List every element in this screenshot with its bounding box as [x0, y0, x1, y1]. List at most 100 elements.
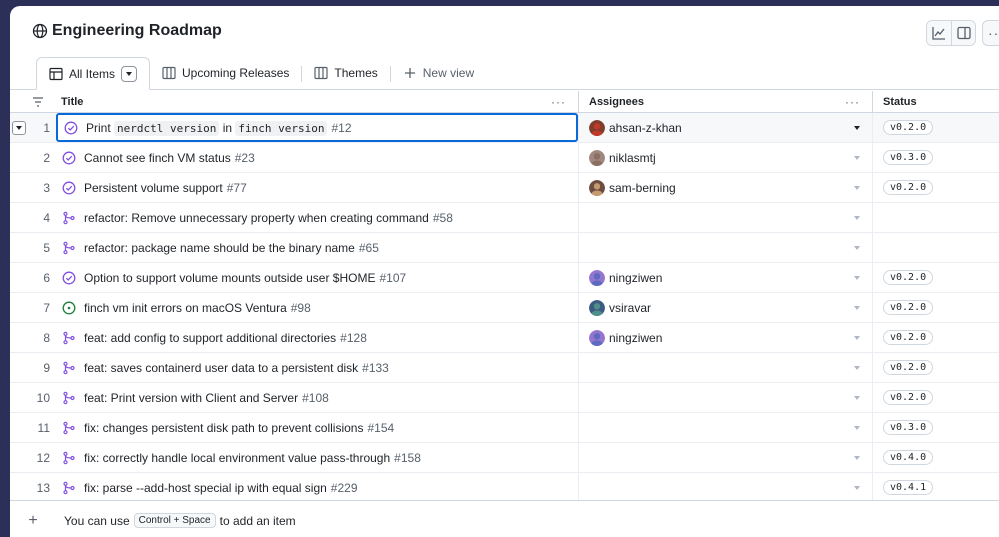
column-menu-button[interactable]: ···	[845, 95, 860, 109]
assignees-cell[interactable]	[578, 203, 872, 232]
new-view-button[interactable]: New view	[391, 57, 486, 89]
item-title[interactable]: fix: changes persistent disk path to pre…	[84, 421, 394, 435]
title-cell[interactable]: feat: add config to support additional d…	[56, 323, 578, 352]
chevron-down-icon[interactable]	[854, 365, 860, 370]
add-item-footer[interactable]: + You can use Control + Space to add an …	[10, 500, 999, 537]
status-cell[interactable]: v0.2.0	[872, 173, 999, 202]
tab-themes[interactable]: Themes	[302, 57, 389, 89]
assignees-cell[interactable]: vsiravar	[578, 293, 872, 322]
title-cell[interactable]: feat: Print version with Client and Serv…	[56, 383, 578, 412]
chevron-down-icon[interactable]	[854, 275, 860, 280]
status-cell[interactable]: v0.3.0	[872, 143, 999, 172]
chevron-down-icon[interactable]	[854, 155, 860, 160]
assignee[interactable]: sam-berning	[589, 179, 676, 196]
table-row[interactable]: 8 feat: add config to support additional …	[10, 323, 999, 353]
chevron-down-icon[interactable]	[854, 305, 860, 310]
item-title[interactable]: Persistent volume support #77	[84, 181, 247, 195]
chevron-down-icon[interactable]	[854, 215, 860, 220]
title-cell[interactable]: feat: saves containerd user data to a pe…	[56, 353, 578, 382]
status-badge[interactable]: v0.2.0	[883, 360, 934, 375]
add-item-button[interactable]: +	[10, 512, 56, 530]
assignees-cell[interactable]	[578, 413, 872, 442]
tab-all-items[interactable]: All Items	[36, 57, 151, 90]
column-header-status[interactable]: Status	[872, 91, 999, 112]
item-title[interactable]: fix: correctly handle local environment …	[84, 451, 421, 465]
assignees-cell[interactable]: ahsan-z-khan	[578, 113, 872, 142]
chevron-down-icon[interactable]	[854, 335, 860, 340]
title-cell[interactable]: fix: correctly handle local environment …	[56, 443, 578, 472]
table-row[interactable]: 13 fix: parse --add-host special ip with …	[10, 473, 999, 503]
title-cell[interactable]: fix: parse --add-host special ip with eq…	[56, 473, 578, 502]
status-cell[interactable]: v0.3.0	[872, 413, 999, 442]
table-row[interactable]: 9 feat: saves containerd user data to a p…	[10, 353, 999, 383]
chevron-down-icon[interactable]	[854, 125, 860, 130]
assignees-cell[interactable]: niklasmtj	[578, 143, 872, 172]
assignee[interactable]: ahsan-z-khan	[589, 119, 682, 136]
item-title[interactable]: feat: Print version with Client and Serv…	[84, 391, 329, 405]
status-badge[interactable]: v0.3.0	[883, 150, 934, 165]
table-row[interactable]: 10 feat: Print version with Client and Se…	[10, 383, 999, 413]
chevron-down-icon[interactable]	[854, 455, 860, 460]
title-cell[interactable]: refactor: package name should be the bin…	[56, 233, 578, 262]
status-cell[interactable]: v0.4.1	[872, 473, 999, 502]
view-options-button[interactable]	[121, 65, 138, 82]
chevron-down-icon[interactable]	[854, 185, 860, 190]
sort-icon[interactable]	[32, 96, 44, 108]
assignees-cell[interactable]: ningziwen	[578, 323, 872, 352]
status-cell[interactable]	[872, 233, 999, 262]
assignees-cell[interactable]: sam-berning	[578, 173, 872, 202]
chevron-down-icon[interactable]	[854, 395, 860, 400]
item-title[interactable]: Cannot see finch VM status #23	[84, 151, 255, 165]
item-title[interactable]: refactor: package name should be the bin…	[84, 241, 379, 255]
status-badge[interactable]: v0.2.0	[883, 270, 934, 285]
title-cell[interactable]: finch vm init errors on macOS Ventura #98	[56, 293, 578, 322]
title-cell[interactable]: Option to support volume mounts outside …	[56, 263, 578, 292]
assignee[interactable]: ningziwen	[589, 329, 662, 346]
status-cell[interactable]: v0.4.0	[872, 443, 999, 472]
status-badge[interactable]: v0.3.0	[883, 420, 934, 435]
assignees-cell[interactable]	[578, 443, 872, 472]
item-title[interactable]: Option to support volume mounts outside …	[84, 271, 406, 285]
assignees-cell[interactable]	[578, 383, 872, 412]
insights-button[interactable]	[927, 21, 951, 45]
table-row[interactable]: 7 finch vm init errors on macOS Ventura #9…	[10, 293, 999, 323]
item-title[interactable]: refactor: Remove unnecessary property wh…	[84, 211, 453, 225]
status-badge[interactable]: v0.2.0	[883, 180, 934, 195]
status-cell[interactable]: v0.2.0	[872, 263, 999, 292]
status-badge[interactable]: v0.2.0	[883, 120, 934, 135]
table-row[interactable]: 3 Persistent volume support #77 sam-berning…	[10, 173, 999, 203]
column-header-assignees[interactable]: Assignees ···	[578, 91, 872, 112]
table-row[interactable]: 4 refactor: Remove unnecessary property w…	[10, 203, 999, 233]
title-cell[interactable]: fix: changes persistent disk path to pre…	[56, 413, 578, 442]
status-badge[interactable]: v0.2.0	[883, 390, 934, 405]
table-row[interactable]: 2 Cannot see finch VM status #23 niklasmtj v…	[10, 143, 999, 173]
title-cell[interactable]: refactor: Remove unnecessary property wh…	[56, 203, 578, 232]
tab-upcoming-releases[interactable]: Upcoming Releases	[150, 57, 301, 89]
item-title[interactable]: feat: saves containerd user data to a pe…	[84, 361, 389, 375]
title-cell[interactable]: Persistent volume support #77	[56, 173, 578, 202]
status-badge[interactable]: v0.4.0	[883, 450, 934, 465]
item-title[interactable]: finch vm init errors on macOS Ventura #98	[84, 301, 311, 315]
item-title[interactable]: feat: add config to support additional d…	[84, 331, 367, 345]
project-menu-button[interactable]: ···	[982, 20, 999, 46]
column-header-title[interactable]: Title ···	[56, 91, 578, 112]
status-badge[interactable]: v0.4.1	[883, 480, 934, 495]
item-title[interactable]: fix: parse --add-host special ip with eq…	[84, 481, 358, 495]
table-row[interactable]: 12 fix: correctly handle local environmen…	[10, 443, 999, 473]
table-row[interactable]: 5 refactor: package name should be the bi…	[10, 233, 999, 263]
status-cell[interactable]: v0.2.0	[872, 353, 999, 382]
assignee[interactable]: ningziwen	[589, 269, 662, 286]
assignees-cell[interactable]	[578, 353, 872, 382]
status-cell[interactable]	[872, 203, 999, 232]
assignees-cell[interactable]: ningziwen	[578, 263, 872, 292]
status-cell[interactable]: v0.2.0	[872, 293, 999, 322]
assignee[interactable]: niklasmtj	[589, 149, 656, 166]
title-cell[interactable]: Print nerdctl version in finch version #1…	[56, 113, 578, 142]
assignee[interactable]: vsiravar	[589, 299, 651, 316]
status-badge[interactable]: v0.2.0	[883, 330, 934, 345]
status-badge[interactable]: v0.2.0	[883, 300, 934, 315]
assignees-cell[interactable]	[578, 233, 872, 262]
assignees-cell[interactable]	[578, 473, 872, 502]
item-title[interactable]: Print nerdctl version in finch version #1…	[86, 120, 352, 136]
chevron-down-icon[interactable]	[854, 485, 860, 490]
